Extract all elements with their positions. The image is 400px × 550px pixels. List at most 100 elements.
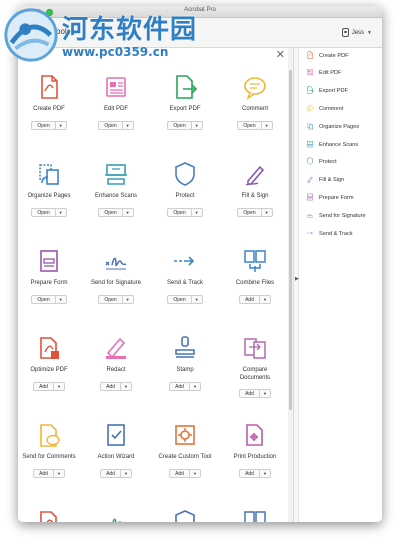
organize-pages-icon[interactable] [36,161,62,187]
tool-action-button[interactable]: Open [168,209,190,216]
tool-icon[interactable] [103,509,129,522]
side-tool-item[interactable]: Fill & Sign [306,175,382,186]
chevron-down-icon[interactable]: ▼ [54,121,66,129]
tool-action-dropdown[interactable]: Add ▼ [169,381,201,391]
close-icon[interactable]: ✕ [276,50,285,61]
side-tool-item[interactable]: Prepare Form [306,192,382,203]
tool-action-dropdown[interactable]: Open ▼ [98,207,134,217]
tool-tile[interactable]: Export PDF Open ▼ [151,74,219,132]
scrollbar-thumb[interactable] [289,70,292,410]
comment-icon[interactable] [242,74,268,100]
side-tool-item[interactable]: Edit PDF [306,68,382,79]
collapse-arrow-icon[interactable]: ▶ [295,276,299,282]
send-for-comments-icon[interactable] [36,422,62,448]
chevron-down-icon[interactable]: ▼ [54,208,66,216]
side-tool-item[interactable]: Enhance Scans [306,139,382,150]
action-wizard-icon[interactable] [103,422,129,448]
stamp-icon[interactable] [172,335,198,361]
enhance-scans-icon[interactable] [103,161,129,187]
optimize-pdf-icon[interactable] [36,335,62,361]
side-tool-item[interactable]: Protect [306,157,382,168]
tool-tile[interactable]: Create PDF Open ▼ [18,74,83,132]
chevron-down-icon[interactable]: ▼ [258,295,270,303]
fill-sign-pen-icon[interactable] [242,161,268,187]
chevron-down-icon[interactable]: ▼ [260,121,272,129]
tool-action-button[interactable]: Open [32,296,54,303]
redact-marker-icon[interactable] [103,335,129,361]
tool-action-button[interactable]: Add [101,470,120,477]
tool-action-button[interactable]: Add [170,383,189,390]
tool-tile[interactable]: Redact Add ▼ [82,335,150,393]
tool-tile-partial[interactable] [151,509,219,522]
tool-tile[interactable]: Comment Open ▼ [221,74,289,132]
protect-shield-icon[interactable] [172,161,198,187]
tool-action-button[interactable]: Open [32,122,54,129]
chevron-down-icon[interactable]: ▼ [52,469,64,477]
chevron-down-icon[interactable]: ▼ [188,469,200,477]
chevron-down-icon[interactable]: ▼ [190,295,202,303]
tool-action-dropdown[interactable]: Add ▼ [239,389,271,398]
side-tool-item[interactable]: Send & Track [306,228,382,239]
tool-action-dropdown[interactable]: Open ▼ [237,120,273,130]
tool-tile[interactable]: Stamp Add ▼ [151,335,219,393]
tool-action-dropdown[interactable]: Add ▼ [169,468,201,478]
chevron-down-icon[interactable]: ▼ [54,295,66,303]
tool-icon[interactable] [242,509,268,522]
tool-action-button[interactable]: Add [34,383,53,390]
custom-tool-icon[interactable] [172,422,198,448]
tool-action-dropdown[interactable]: Add ▼ [239,294,271,304]
chevron-down-icon[interactable]: ▼ [119,382,131,390]
tool-action-dropdown[interactable]: Add ▼ [239,468,271,478]
tool-action-dropdown[interactable]: Add ▼ [33,468,65,478]
tool-action-button[interactable]: Open [238,209,260,216]
tool-tile[interactable]: Edit PDF Open ▼ [82,74,150,132]
tool-tile[interactable]: Send for Signature Open ▼ [82,248,150,306]
chevron-down-icon[interactable]: ▼ [190,208,202,216]
tool-action-button[interactable]: Open [99,296,121,303]
tool-action-button[interactable]: Add [240,470,259,477]
tool-action-dropdown[interactable]: Add ▼ [100,381,132,391]
tool-tile-partial[interactable] [221,509,289,522]
tool-tile[interactable]: Fill & Sign Open ▼ [221,161,289,219]
tool-action-dropdown[interactable]: Open ▼ [31,207,67,217]
side-tool-item[interactable]: Send for Signature [306,210,382,221]
chevron-down-icon[interactable]: ▼ [258,390,270,397]
tool-action-dropdown[interactable]: Open ▼ [167,207,203,217]
send-track-arrow-icon[interactable] [172,248,198,274]
chevron-down-icon[interactable]: ▼ [121,295,133,303]
tool-tile[interactable]: Send & Track Open ▼ [151,248,219,306]
tool-tile[interactable]: Prepare Form Open ▼ [18,248,83,306]
tool-action-button[interactable]: Add [101,383,120,390]
tool-action-dropdown[interactable]: Open ▼ [98,120,134,130]
send-for-signature-icon[interactable] [103,248,129,274]
tool-action-dropdown[interactable]: Open ▼ [167,294,203,304]
tool-action-dropdown[interactable]: Open ▼ [237,207,273,217]
tool-tile[interactable]: Combine Files Add ▼ [221,248,289,306]
panel-divider[interactable]: ▶ [293,48,299,522]
chevron-down-icon[interactable]: ▼ [188,382,200,390]
tool-action-button[interactable]: Open [32,209,54,216]
tool-tile[interactable]: Print Production Add ▼ [221,422,289,480]
tool-icon[interactable] [172,509,198,522]
edit-pdf-icon[interactable] [103,74,129,100]
tool-tile[interactable]: Optimize PDF Add ▼ [18,335,83,393]
side-tool-item[interactable]: Comment [306,103,382,114]
create-pdf-icon[interactable] [36,74,62,100]
tool-tile-partial[interactable] [82,509,150,522]
chevron-down-icon[interactable]: ▼ [121,208,133,216]
tool-action-dropdown[interactable]: Add ▼ [100,468,132,478]
tool-tile[interactable]: Create Custom Tool Add ▼ [151,422,219,480]
tool-action-dropdown[interactable]: Open ▼ [167,120,203,130]
tool-action-dropdown[interactable]: Open ▼ [98,294,134,304]
user-menu[interactable]: Jess ▼ [341,28,372,37]
tool-action-button[interactable]: Add [240,390,259,397]
tool-tile[interactable]: Compare Documents Add ▼ [221,335,289,400]
export-pdf-icon[interactable] [172,74,198,100]
chevron-down-icon[interactable]: ▼ [121,121,133,129]
tool-action-dropdown[interactable]: Add ▼ [33,381,65,391]
tools-tab[interactable]: Tools [52,27,71,36]
tool-tile[interactable]: Organize Pages Open ▼ [18,161,83,219]
tool-tile[interactable]: Send for Comments Add ▼ [18,422,83,480]
chevron-down-icon[interactable]: ▼ [119,469,131,477]
chevron-down-icon[interactable]: ▼ [52,382,64,390]
